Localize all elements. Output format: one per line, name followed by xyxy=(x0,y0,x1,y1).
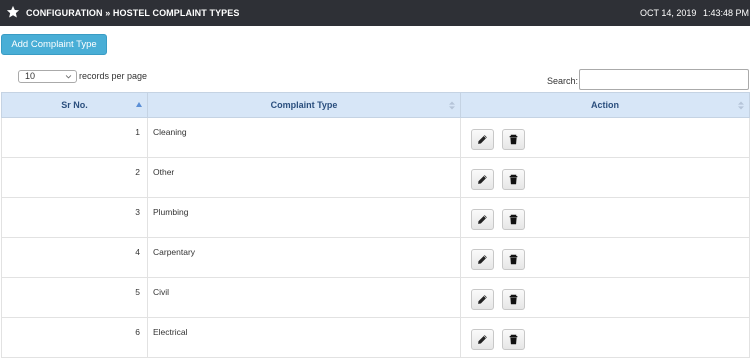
edit-button[interactable] xyxy=(471,169,494,190)
complaint-type-name: Civil xyxy=(153,287,170,297)
current-time: 1:43:48 PM xyxy=(703,8,750,18)
complaint-type-name: Cleaning xyxy=(153,127,187,137)
complaint-type-cell: Carpentary xyxy=(148,238,461,278)
delete-button[interactable] xyxy=(502,169,525,190)
trash-icon xyxy=(509,134,518,145)
sr-no: 3 xyxy=(135,207,140,217)
pencil-icon xyxy=(478,255,487,264)
sr-no-cell: 2 xyxy=(2,158,148,198)
trash-icon xyxy=(509,174,518,185)
delete-button[interactable] xyxy=(502,249,525,270)
action-cell xyxy=(461,198,749,238)
complaint-type-name: Carpentary xyxy=(153,247,196,257)
table-row: 2 Other xyxy=(1,158,750,198)
action-cell xyxy=(461,238,749,278)
records-per-page-label: records per page xyxy=(79,71,148,81)
chevron-down-icon xyxy=(65,75,72,79)
sort-both-icon xyxy=(738,101,744,110)
page-title: CONFIGURATION » HOSTEL COMPLAINT TYPES xyxy=(26,8,240,18)
pencil-icon xyxy=(478,175,487,184)
sr-no-cell: 6 xyxy=(2,318,148,358)
table-header: Sr No. Complaint Type Action xyxy=(1,92,750,118)
trash-icon xyxy=(509,254,518,265)
sr-no: 4 xyxy=(135,247,140,257)
column-header-label: Sr No. xyxy=(61,100,88,110)
complaint-type-name: Plumbing xyxy=(153,207,189,217)
edit-button[interactable] xyxy=(471,329,494,350)
delete-button[interactable] xyxy=(502,289,525,310)
column-header-complaint-type[interactable]: Complaint Type xyxy=(148,93,461,117)
trash-icon xyxy=(509,334,518,345)
sr-no: 2 xyxy=(135,167,140,177)
trash-icon xyxy=(509,214,518,225)
sr-no: 6 xyxy=(135,327,140,337)
edit-button[interactable] xyxy=(471,249,494,270)
sort-ascending-icon xyxy=(136,102,142,107)
search-label: Search: xyxy=(547,76,579,86)
pencil-icon xyxy=(478,135,487,144)
sr-no: 5 xyxy=(135,287,140,297)
edit-button[interactable] xyxy=(471,209,494,230)
edit-button[interactable] xyxy=(471,289,494,310)
delete-button[interactable] xyxy=(502,329,525,350)
action-cell xyxy=(461,118,749,158)
sort-both-icon xyxy=(449,101,455,110)
complaint-type-cell: Cleaning xyxy=(148,118,461,158)
table-row: 5 Civil xyxy=(1,278,750,318)
delete-button[interactable] xyxy=(502,129,525,150)
pencil-icon xyxy=(478,335,487,344)
action-cell xyxy=(461,278,749,318)
column-header-sr-no[interactable]: Sr No. xyxy=(2,93,148,117)
complaint-type-cell: Plumbing xyxy=(148,198,461,238)
add-complaint-type-button[interactable]: Add Complaint Type xyxy=(1,34,107,55)
delete-button[interactable] xyxy=(502,209,525,230)
trash-icon xyxy=(509,294,518,305)
complaint-type-cell: Other xyxy=(148,158,461,198)
pencil-icon xyxy=(478,215,487,224)
sr-no-cell: 1 xyxy=(2,118,148,158)
pencil-icon xyxy=(478,295,487,304)
current-date: OCT 14, 2019 xyxy=(640,8,697,18)
records-per-page-select[interactable]: 10 xyxy=(18,70,77,83)
action-cell xyxy=(461,318,749,358)
sr-no-cell: 3 xyxy=(2,198,148,238)
search-input[interactable] xyxy=(579,69,749,90)
edit-button[interactable] xyxy=(471,129,494,150)
star-icon xyxy=(6,5,20,18)
column-header-action[interactable]: Action xyxy=(461,93,749,117)
table-row: 1 Cleaning xyxy=(1,118,750,158)
action-cell xyxy=(461,158,749,198)
complaint-type-cell: Civil xyxy=(148,278,461,318)
table-row: 4 Carpentary xyxy=(1,238,750,278)
complaint-type-name: Other xyxy=(153,167,175,177)
column-header-label: Complaint Type xyxy=(270,100,338,110)
column-header-label: Action xyxy=(591,100,619,110)
records-per-page-value: 10 xyxy=(25,71,36,81)
sr-no: 1 xyxy=(135,127,140,137)
table-row: 6 Electrical xyxy=(1,318,750,358)
table-row: 3 Plumbing xyxy=(1,198,750,238)
top-bar: CONFIGURATION » HOSTEL COMPLAINT TYPES O… xyxy=(0,0,750,26)
complaint-type-cell: Electrical xyxy=(148,318,461,358)
sr-no-cell: 4 xyxy=(2,238,148,278)
sr-no-cell: 5 xyxy=(2,278,148,318)
complaint-type-name: Electrical xyxy=(153,327,188,337)
